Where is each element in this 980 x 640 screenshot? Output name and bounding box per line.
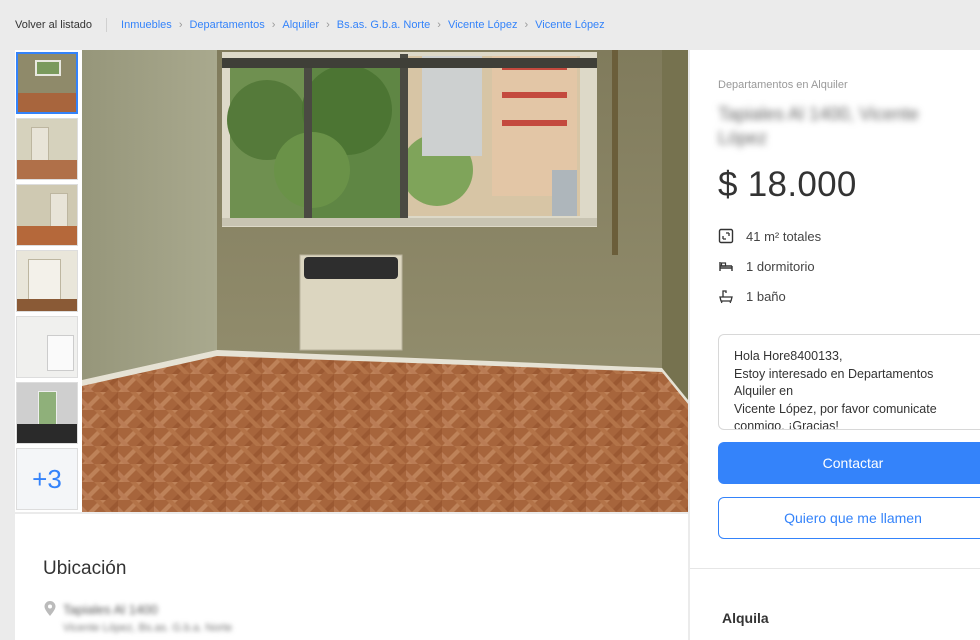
rent-section-heading: Alquila — [722, 610, 769, 626]
listing-sidebar: Departamentos en Alquiler Tapiales Al 14… — [690, 50, 980, 640]
breadcrumb-item-partido[interactable]: Vicente López — [448, 19, 518, 31]
feature-bedrooms: 1 dormitorio — [718, 258, 815, 274]
breadcrumb-item-departamentos[interactable]: Departamentos — [189, 19, 264, 31]
main-photo[interactable] — [82, 50, 688, 512]
map-pin-icon — [44, 601, 56, 616]
feature-bathrooms-label: 1 baño — [746, 288, 786, 304]
listing-category: Departamentos en Alquiler — [718, 79, 848, 91]
breadcrumb-item-inmuebles[interactable]: Inmuebles — [121, 19, 172, 31]
contact-message-textarea[interactable]: Hola Hore8400133, Estoy interesado en De… — [718, 334, 980, 430]
thumbnail-strip: +3 — [15, 50, 81, 512]
location-section: Ubicación Tapiales Al 1400 Vicente López… — [15, 514, 688, 640]
location-city: Vicente López, Bs.as. G.b.a. Norte — [63, 622, 233, 634]
area-icon — [718, 228, 734, 244]
chevron-right-icon: › — [437, 19, 441, 31]
feature-bedrooms-label: 1 dormitorio — [746, 258, 815, 274]
back-to-listing-link[interactable]: Volver al listado — [15, 19, 92, 31]
gallery-thumbnail[interactable] — [16, 52, 78, 114]
sidebar-divider — [690, 568, 980, 569]
gallery-thumbnail[interactable] — [16, 316, 78, 378]
more-photos-count: +3 — [32, 463, 62, 494]
breadcrumb-item-region[interactable]: Bs.as. G.b.a. Norte — [337, 19, 431, 31]
feature-area: 41 m² totales — [718, 228, 821, 244]
gallery-thumbnail[interactable] — [16, 184, 78, 246]
chevron-right-icon: › — [178, 19, 183, 31]
location-address: Tapiales Al 1400 — [43, 601, 158, 617]
listing-title: Tapiales Al 1400, Vicente López — [718, 104, 919, 148]
contact-button[interactable]: Contactar — [718, 442, 980, 484]
bed-icon — [719, 262, 733, 271]
gallery-thumbnail[interactable] — [16, 118, 78, 180]
breadcrumb: Volver al listado Inmuebles › Departamen… — [0, 0, 980, 50]
photo-gallery: +3 — [15, 50, 688, 512]
gallery-thumbnail[interactable] — [16, 250, 78, 312]
breadcrumb-divider — [106, 18, 108, 32]
breadcrumb-item-city[interactable]: Vicente López — [535, 19, 605, 31]
chevron-right-icon: › — [326, 19, 330, 31]
bathroom-icon — [719, 290, 733, 304]
gallery-thumbnail[interactable] — [16, 382, 78, 444]
location-street: Tapiales Al 1400 — [63, 601, 158, 617]
more-photos-button[interactable]: +3 — [16, 448, 78, 510]
feature-area-label: 41 m² totales — [746, 228, 822, 244]
feature-bathrooms: 1 baño — [718, 288, 786, 304]
apartment-room-photo — [82, 50, 688, 512]
location-title: Ubicación — [43, 558, 127, 579]
listing-price: $ 18.000 — [718, 165, 857, 204]
chevron-right-icon: › — [271, 19, 276, 31]
breadcrumb-item-alquiler[interactable]: Alquiler — [282, 19, 319, 31]
request-call-button[interactable]: Quiero que me llamen — [718, 497, 980, 539]
chevron-right-icon: › — [524, 19, 529, 31]
